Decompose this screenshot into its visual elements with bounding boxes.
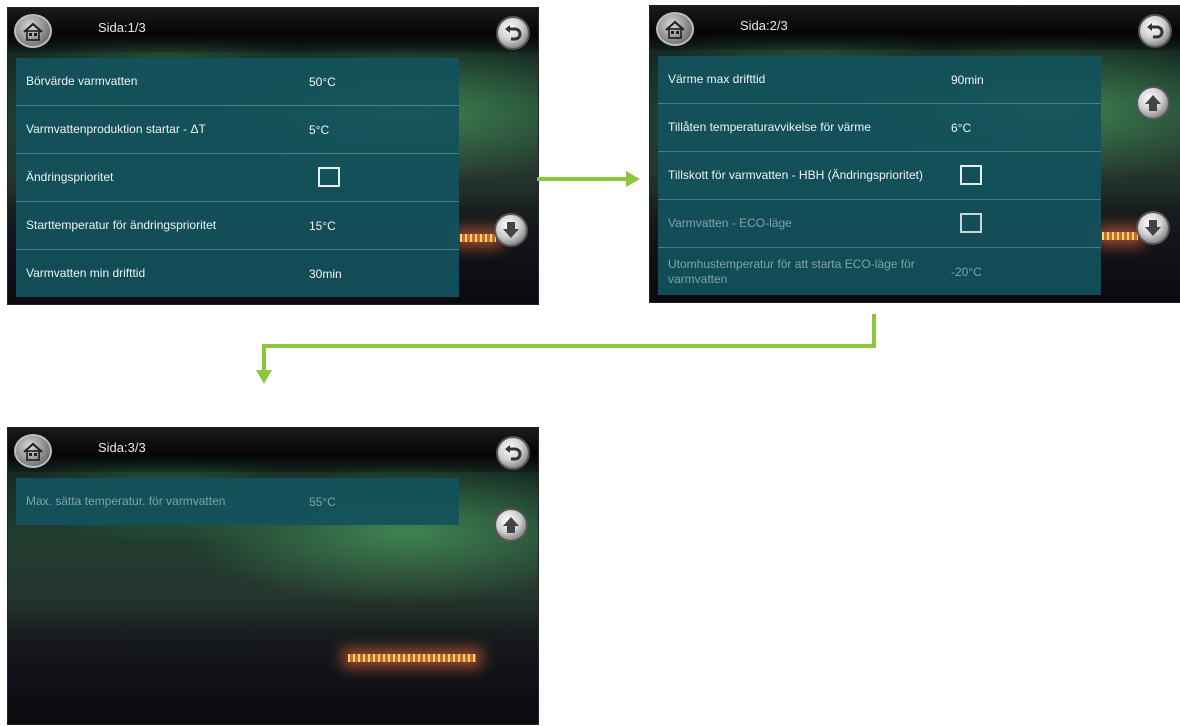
setting-row[interactable]: Starttemperatur för ändringsprioritet 15… (16, 202, 459, 250)
setting-value[interactable]: 15°C (309, 202, 336, 249)
setting-label: Utomhustemperatur för att starta ECO-läg… (668, 256, 915, 286)
page-indicator: Sida:2/3 (740, 18, 788, 33)
setting-value[interactable]: 50°C (309, 58, 336, 105)
back-arrow-icon (505, 25, 522, 41)
setting-row-disabled: Max. sätta temperatur. för varmvatten 55… (16, 478, 459, 525)
flow-arrow-down-line-1 (872, 314, 876, 348)
setting-label: Varmvattenproduktion startar - ΔT (26, 122, 206, 136)
setting-value: 55°C (309, 494, 336, 509)
setting-value[interactable]: 5°C (309, 106, 329, 153)
setting-value[interactable]: 90min (951, 56, 984, 103)
setting-label: Max. sätta temperatur. för varmvatten (26, 494, 226, 508)
home-icon (23, 22, 43, 41)
setting-row-disabled: Utomhustemperatur för att starta ECO-läg… (658, 248, 1101, 295)
checkbox[interactable] (318, 167, 340, 187)
home-button[interactable] (656, 12, 694, 46)
back-arrow-icon (505, 445, 522, 461)
page-indicator: Sida:3/3 (98, 440, 146, 455)
down-arrow-icon (503, 222, 519, 238)
setting-row[interactable]: Varmvatten min drifttid 30min (16, 250, 459, 297)
screen-page-3: Sida:3/3 Max. sätta temperatur. för varm… (8, 428, 538, 724)
home-button[interactable] (14, 434, 52, 468)
scroll-up-button[interactable] (494, 508, 528, 542)
top-bar: Sida:1/3 (8, 8, 538, 52)
scroll-up-button[interactable] (1136, 86, 1170, 120)
setting-label: Tillskott för varmvatten - HBH (Ändrings… (668, 168, 923, 182)
setting-label: Ändringsprioritet (26, 170, 114, 184)
settings-list: Max. sätta temperatur. för varmvatten 55… (16, 478, 459, 525)
down-arrow-icon (1145, 220, 1161, 236)
setting-row[interactable]: Börvärde varmvatten 50°C (16, 58, 459, 106)
checkbox[interactable] (960, 165, 982, 185)
settings-list: Värme max drifttid 90min Tillåten temper… (658, 56, 1101, 295)
screen-page-1: Sida:1/3 Börvärde varmvatten 50°C Varmva… (8, 8, 538, 304)
setting-row[interactable]: Varmvattenproduktion startar - ΔT 5°C (16, 106, 459, 154)
shore-lights (460, 234, 496, 242)
flow-arrow-right-head (626, 171, 640, 187)
setting-row[interactable]: Tillskott för varmvatten - HBH (Ändrings… (658, 152, 1101, 200)
setting-label: Starttemperatur för ändringsprioritet (26, 218, 217, 232)
back-button[interactable] (496, 436, 530, 470)
setting-row[interactable]: Ändringsprioritet (16, 154, 459, 202)
setting-value: -20°C (951, 264, 982, 279)
flow-arrow-down-line-2 (262, 344, 876, 348)
setting-row[interactable]: Värme max drifttid 90min (658, 56, 1101, 104)
setting-value[interactable]: 30min (309, 250, 342, 297)
back-button[interactable] (496, 16, 530, 50)
home-button[interactable] (14, 14, 52, 48)
flow-arrow-down-head (256, 370, 272, 384)
settings-list: Börvärde varmvatten 50°C Varmvattenprodu… (16, 58, 459, 297)
checkbox (960, 213, 982, 233)
setting-value[interactable]: 6°C (951, 104, 971, 151)
up-arrow-icon (503, 517, 519, 533)
up-arrow-icon (1145, 95, 1161, 111)
shore-lights (348, 654, 476, 662)
setting-label: Tillåten temperaturavvikelse för värme (668, 120, 871, 134)
home-icon (23, 442, 43, 461)
back-button[interactable] (1138, 14, 1172, 48)
setting-label: Värme max drifttid (668, 72, 766, 86)
shore-lights (1102, 232, 1138, 240)
flow-arrow-down-line-3 (262, 344, 266, 372)
setting-label: Varmvatten min drifttid (26, 266, 146, 280)
scroll-down-button[interactable] (1136, 211, 1170, 245)
back-arrow-icon (1147, 23, 1164, 39)
flow-arrow-right-line (537, 177, 627, 181)
setting-label: Börvärde varmvatten (26, 74, 138, 88)
setting-row-disabled: Varmvatten - ECO-läge (658, 200, 1101, 248)
top-bar: Sida:3/3 (8, 428, 538, 472)
top-bar: Sida:2/3 (650, 6, 1180, 50)
setting-row[interactable]: Tillåten temperaturavvikelse för värme 6… (658, 104, 1101, 152)
screen-page-2: Sida:2/3 Värme max drifttid 90min Tillåt… (650, 6, 1180, 302)
page-indicator: Sida:1/3 (98, 20, 146, 35)
scroll-down-button[interactable] (494, 213, 528, 247)
setting-label: Varmvatten - ECO-läge (668, 216, 792, 230)
home-icon (665, 20, 685, 39)
